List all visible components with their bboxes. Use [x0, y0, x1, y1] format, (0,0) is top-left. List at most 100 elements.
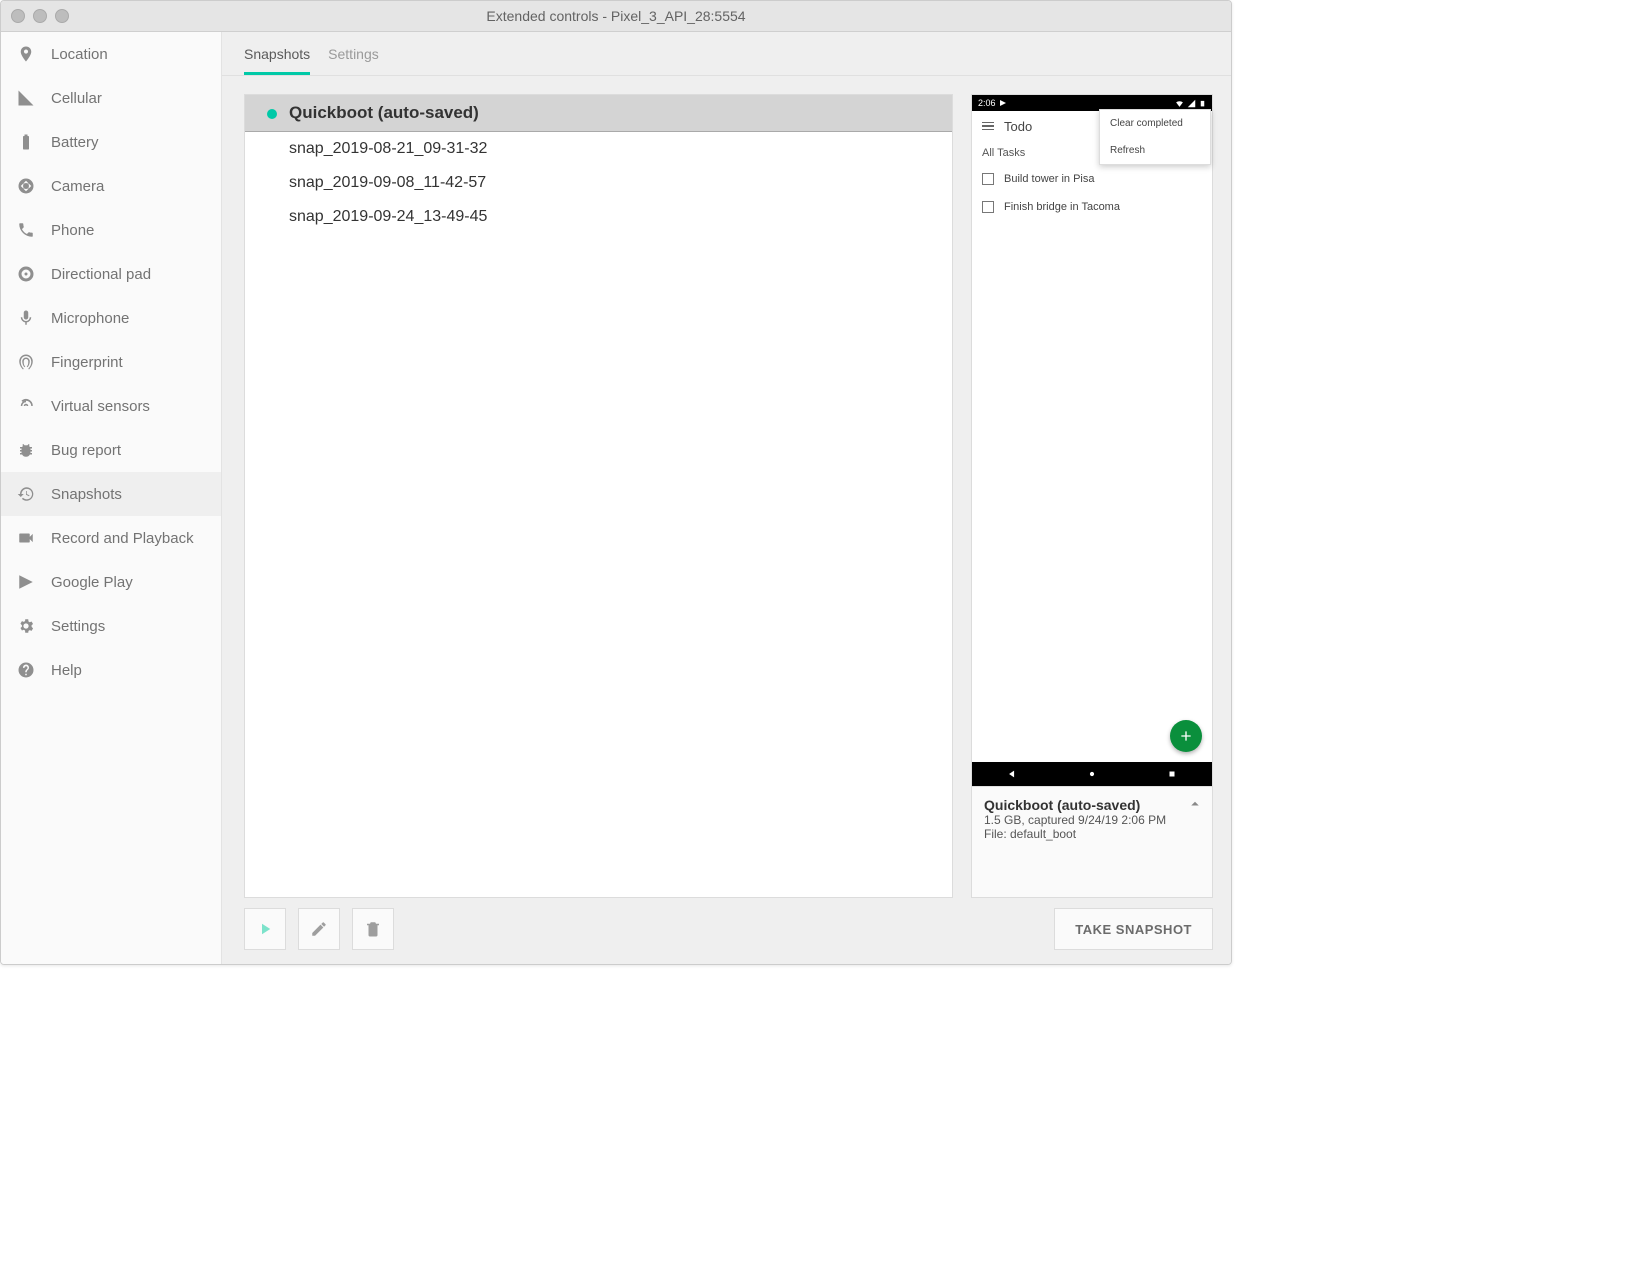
snapshot-quickboot[interactable]: Quickboot (auto-saved) — [245, 95, 952, 132]
sidebar-item-label: Settings — [51, 618, 105, 635]
maximize-window-button[interactable] — [55, 9, 69, 23]
sidebar-item-battery[interactable]: Battery — [1, 120, 221, 164]
edit-snapshot-button[interactable] — [298, 908, 340, 950]
delete-snapshot-button[interactable] — [352, 908, 394, 950]
minimize-window-button[interactable] — [33, 9, 47, 23]
sidebar-item-help[interactable]: Help — [1, 648, 221, 692]
sidebar-item-cellular[interactable]: Cellular — [1, 76, 221, 120]
device-task-row[interactable]: Finish bridge in Tacoma — [972, 193, 1212, 221]
sidebar-item-label: Bug report — [51, 442, 121, 459]
snapshot-row[interactable]: snap_2019-09-24_13-49-45 — [245, 200, 952, 234]
sensors-icon — [17, 397, 35, 415]
sidebar-item-label: Phone — [51, 222, 94, 239]
tabs: Snapshots Settings — [222, 32, 1231, 76]
window: Extended controls - Pixel_3_API_28:5554 … — [0, 0, 1232, 965]
fab-add-button[interactable] — [1170, 720, 1202, 752]
camera-icon — [17, 177, 35, 195]
battery-status-icon — [1199, 99, 1206, 108]
plus-icon — [1178, 728, 1194, 744]
hamburger-icon[interactable] — [982, 122, 994, 131]
task-label: Finish bridge in Tacoma — [1004, 201, 1120, 213]
status-time: 2:06 — [978, 98, 996, 108]
sidebar-item-googleplay[interactable]: Google Play — [1, 560, 221, 604]
cellular-icon — [17, 89, 35, 107]
titlebar: Extended controls - Pixel_3_API_28:5554 — [1, 1, 1231, 32]
wifi-icon — [1175, 99, 1184, 108]
sidebar-item-label: Snapshots — [51, 486, 122, 503]
device-task-row[interactable]: Build tower in Pisa — [972, 165, 1212, 193]
play-store-icon — [17, 573, 35, 591]
info-meta: 1.5 GB, captured 9/24/19 2:06 PM — [984, 813, 1200, 827]
sidebar: Location Cellular Battery Camera Phone D… — [1, 32, 222, 964]
snapshot-row[interactable]: snap_2019-08-21_09-31-32 — [245, 132, 952, 166]
sidebar-item-record[interactable]: Record and Playback — [1, 516, 221, 560]
phone-icon — [17, 221, 35, 239]
fingerprint-icon — [17, 353, 35, 371]
nav-back-icon[interactable] — [1007, 769, 1017, 779]
sidebar-item-label: Record and Playback — [51, 530, 194, 547]
sidebar-item-label: Google Play — [51, 574, 133, 591]
sidebar-item-settings[interactable]: Settings — [1, 604, 221, 648]
nav-recent-icon[interactable] — [1167, 769, 1177, 779]
sidebar-item-microphone[interactable]: Microphone — [1, 296, 221, 340]
sidebar-item-label: Cellular — [51, 90, 102, 107]
play-icon — [256, 920, 274, 938]
pencil-icon — [310, 920, 328, 938]
menu-clear-completed[interactable]: Clear completed — [1100, 110, 1210, 137]
help-icon — [17, 661, 35, 679]
settings-icon — [17, 617, 35, 635]
snapshot-info: Quickboot (auto-saved) 1.5 GB, captured … — [972, 786, 1212, 897]
close-window-button[interactable] — [11, 9, 25, 23]
trash-icon — [364, 920, 382, 938]
bug-icon — [17, 441, 35, 459]
signal-icon — [1187, 99, 1196, 108]
sidebar-item-sensors[interactable]: Virtual sensors — [1, 384, 221, 428]
info-file: File: default_boot — [984, 827, 1200, 841]
sidebar-item-location[interactable]: Location — [1, 32, 221, 76]
device-overflow-menu: Clear completed Refresh — [1099, 109, 1211, 165]
microphone-icon — [17, 309, 35, 327]
tab-snapshots[interactable]: Snapshots — [244, 46, 310, 75]
sidebar-item-label: Microphone — [51, 310, 129, 327]
sidebar-item-camera[interactable]: Camera — [1, 164, 221, 208]
window-controls — [11, 9, 69, 23]
play-notif-icon — [999, 99, 1007, 107]
snapshot-row-label: Quickboot (auto-saved) — [289, 103, 479, 122]
sidebar-item-dpad[interactable]: Directional pad — [1, 252, 221, 296]
sidebar-item-label: Camera — [51, 178, 104, 195]
tab-settings[interactable]: Settings — [328, 46, 379, 75]
snapshot-row-label: snap_2019-09-24_13-49-45 — [289, 208, 487, 225]
snapshot-row-label: snap_2019-09-08_11-42-57 — [289, 174, 486, 191]
location-icon — [17, 45, 35, 63]
sidebar-item-label: Help — [51, 662, 82, 679]
sidebar-item-snapshots[interactable]: Snapshots — [1, 472, 221, 516]
sidebar-item-label: Location — [51, 46, 108, 63]
dpad-icon — [17, 265, 35, 283]
checkbox-icon[interactable] — [982, 201, 994, 213]
take-snapshot-button[interactable]: TAKE SNAPSHOT — [1054, 908, 1213, 950]
sidebar-item-label: Directional pad — [51, 266, 151, 283]
nav-home-icon[interactable] — [1087, 769, 1097, 779]
bottom-toolbar: TAKE SNAPSHOT — [222, 898, 1231, 964]
snapshot-preview: 2:06 Todo — [971, 94, 1213, 898]
expand-icon[interactable] — [1186, 795, 1204, 813]
snapshot-list: Quickboot (auto-saved) snap_2019-08-21_0… — [244, 94, 953, 898]
sidebar-item-phone[interactable]: Phone — [1, 208, 221, 252]
checkbox-icon[interactable] — [982, 173, 994, 185]
sidebar-item-label: Virtual sensors — [51, 398, 150, 415]
device-nav-bar — [972, 762, 1212, 786]
device-body — [972, 221, 1212, 762]
active-dot-icon — [267, 109, 277, 119]
menu-refresh[interactable]: Refresh — [1100, 137, 1210, 164]
device-app-title: Todo — [1004, 119, 1032, 134]
snapshot-row[interactable]: snap_2019-09-08_11-42-57 — [245, 166, 952, 200]
sidebar-item-label: Fingerprint — [51, 354, 123, 371]
sidebar-item-label: Battery — [51, 134, 99, 151]
sidebar-item-fingerprint[interactable]: Fingerprint — [1, 340, 221, 384]
snapshot-row-label: snap_2019-08-21_09-31-32 — [289, 140, 487, 157]
sidebar-item-bugreport[interactable]: Bug report — [1, 428, 221, 472]
record-icon — [17, 529, 35, 547]
info-name: Quickboot (auto-saved) — [984, 797, 1200, 813]
play-snapshot-button[interactable] — [244, 908, 286, 950]
device-screenshot: 2:06 Todo — [972, 95, 1212, 786]
